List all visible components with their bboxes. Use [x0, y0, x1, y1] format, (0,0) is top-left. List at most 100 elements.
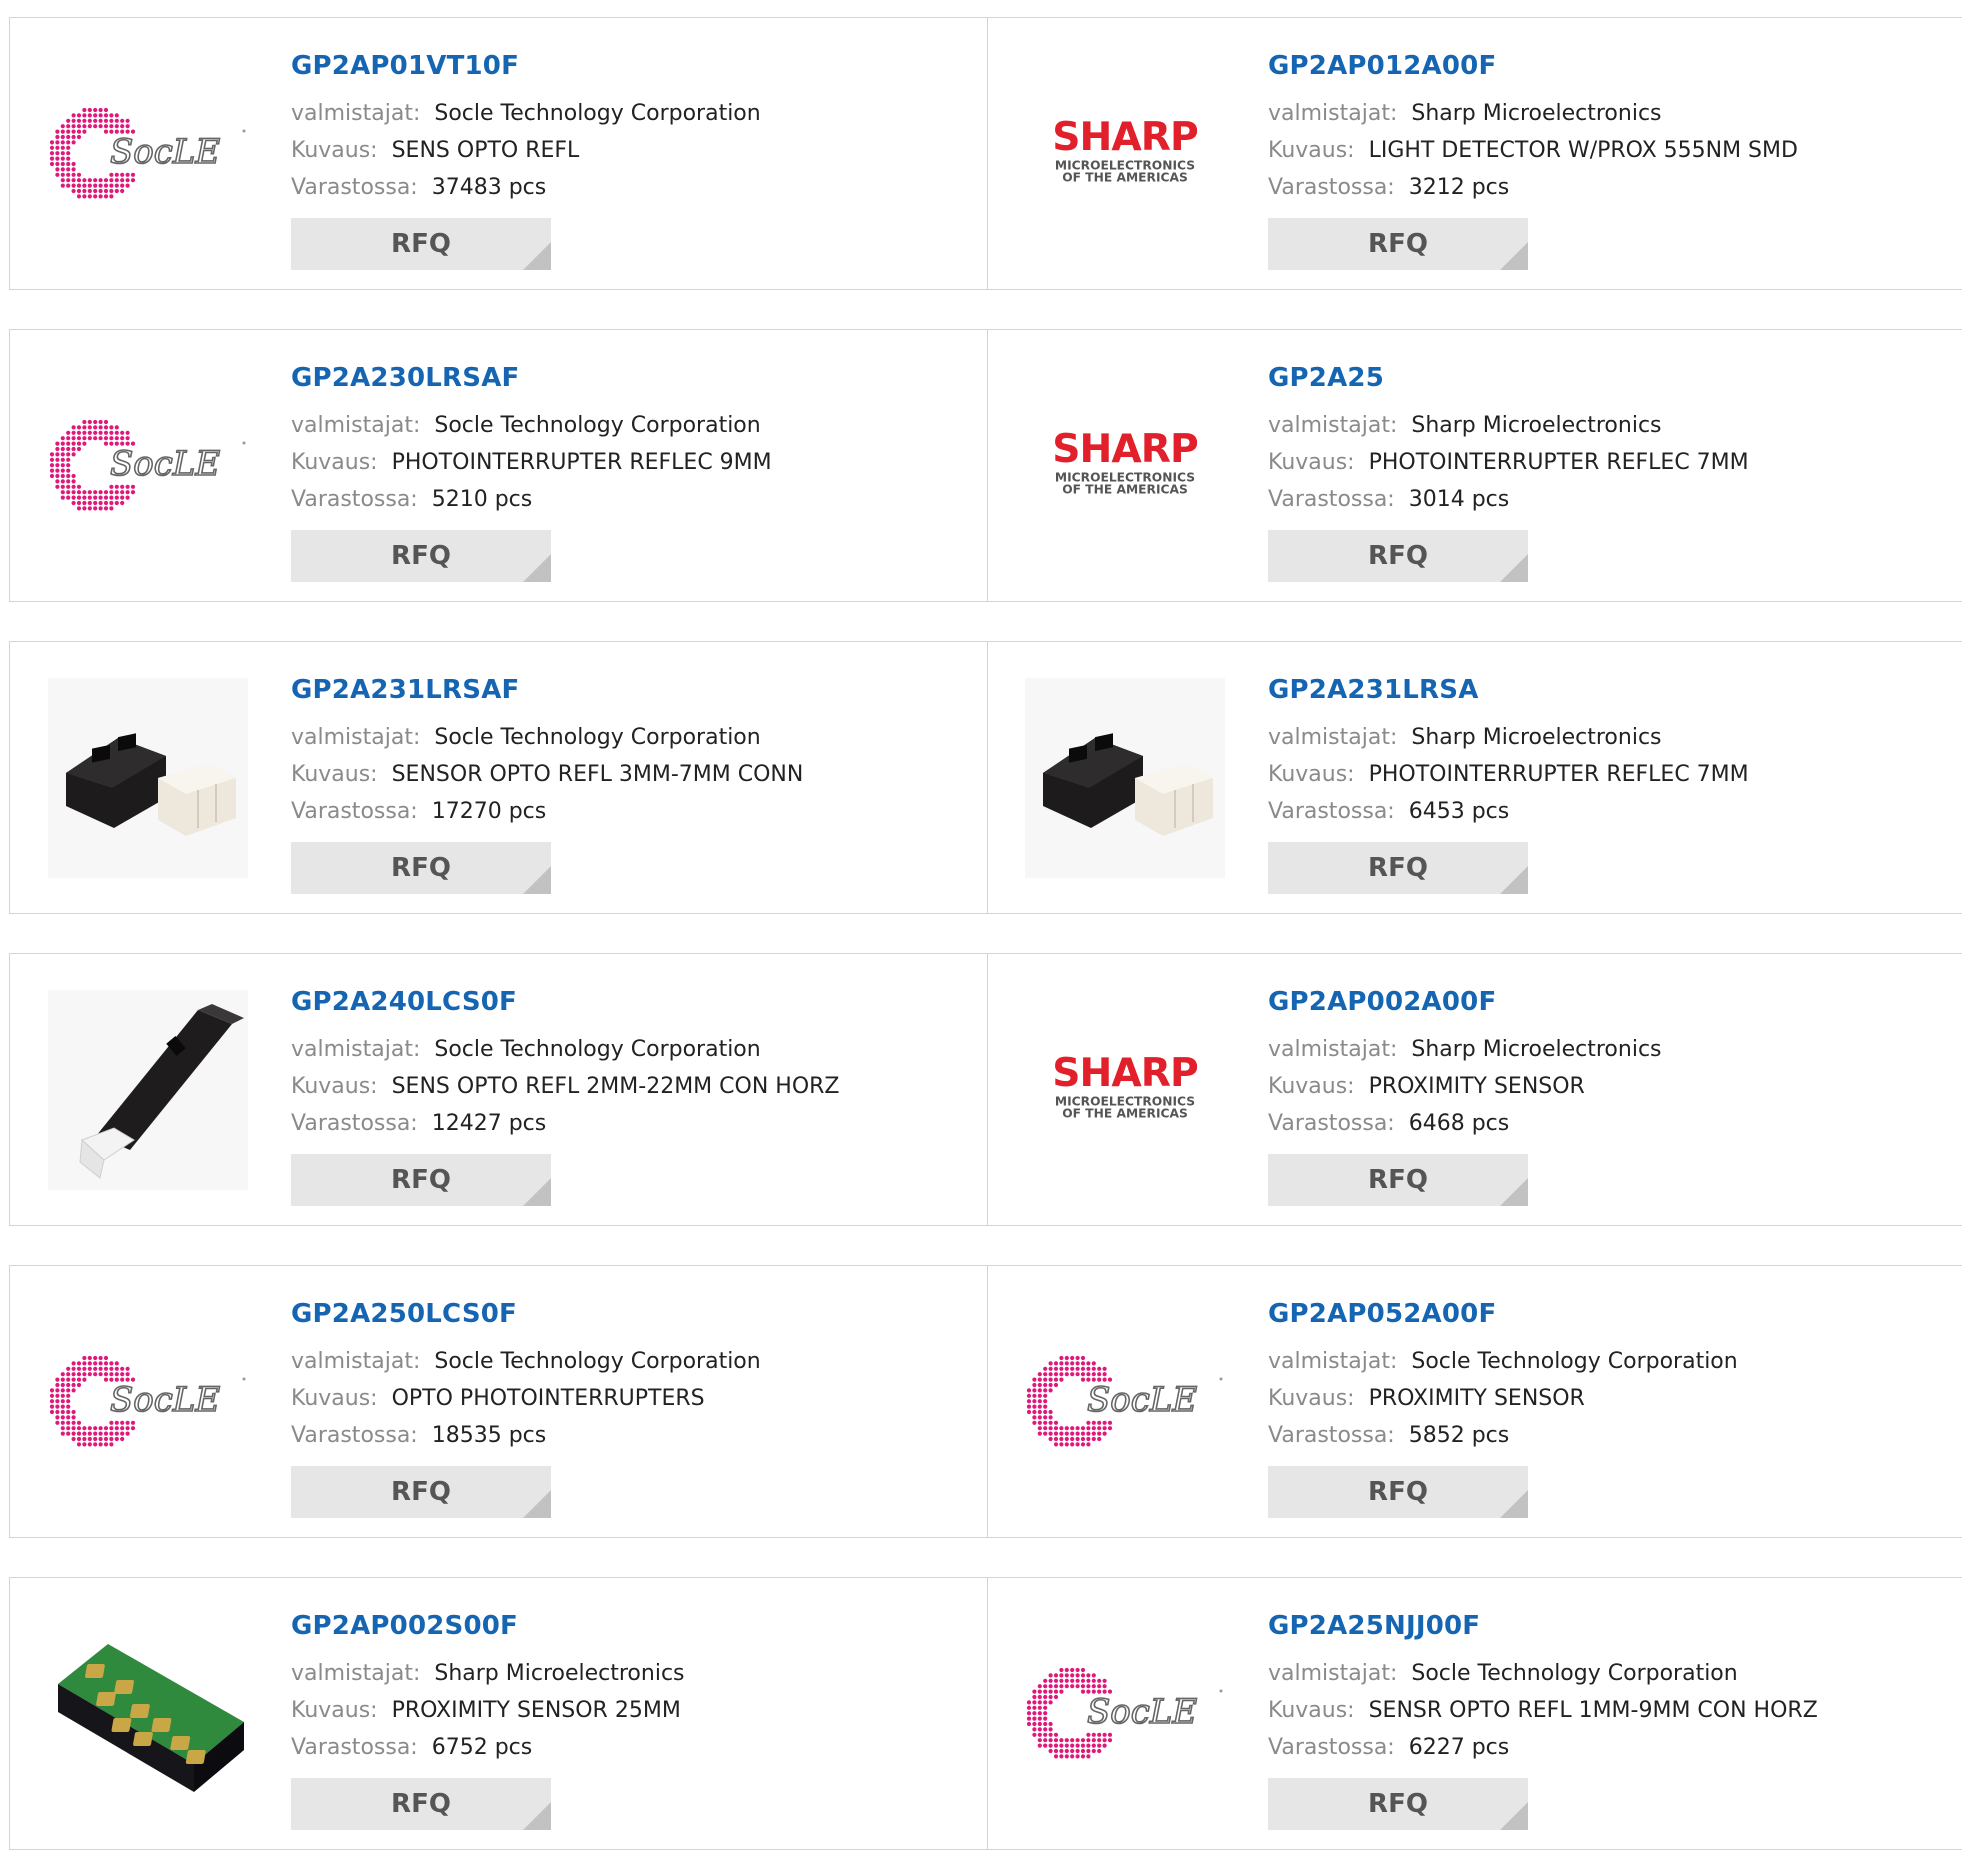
socle-logo[interactable]: SocLE — [48, 1302, 248, 1502]
description-label: Kuvaus: — [1268, 138, 1355, 163]
manufacturer-value: Socle Technology Corporation — [434, 1349, 761, 1374]
stock-value: 17270 pcs — [431, 799, 547, 824]
part-number-link[interactable]: GP2A231LRSAF — [291, 673, 803, 707]
manufacturer-value: Sharp Microelectronics — [434, 1661, 685, 1686]
socle-logo[interactable]: SocLE — [1025, 1614, 1225, 1814]
stock-label: Varastossa: — [1268, 175, 1395, 200]
rfq-label: RFQ — [1368, 853, 1428, 883]
manufacturer-label: valmistajat: — [1268, 1349, 1398, 1374]
part-number-link[interactable]: GP2AP052A00F — [1268, 1297, 1738, 1331]
manufacturer-value: Sharp Microelectronics — [1411, 725, 1662, 750]
stock-row: Varastossa: 5210 pcs — [291, 481, 772, 518]
rfq-button[interactable]: RFQ — [291, 1154, 551, 1206]
stock-row: Varastossa: 37483 pcs — [291, 169, 761, 206]
product-info: GP2A231LRSA valmistajat: Sharp Microelectr… — [1268, 673, 1749, 894]
rfq-button[interactable]: RFQ — [1268, 218, 1528, 270]
rfq-button[interactable]: RFQ — [1268, 1466, 1528, 1518]
product-row: SocLE GP2A230LRSAF valmistajat: Socle Techn… — [9, 329, 1962, 602]
stock-row: Varastossa: 5852 pcs — [1268, 1417, 1738, 1454]
stock-label: Varastossa: — [1268, 1735, 1395, 1760]
stock-label: Varastossa: — [291, 175, 418, 200]
part-number-link[interactable]: GP2AP002A00F — [1268, 985, 1662, 1019]
part-number-link[interactable]: GP2AP012A00F — [1268, 49, 1798, 83]
sharp-logo[interactable]: SHARP MICROELECTRONICS OF THE AMERICAS — [1025, 54, 1225, 254]
part-number-link[interactable]: GP2A25NJJ00F — [1268, 1609, 1818, 1643]
sharp-logo[interactable]: SHARP MICROELECTRONICS OF THE AMERICAS — [1025, 366, 1225, 566]
description-value: PROXIMITY SENSOR — [1368, 1074, 1585, 1099]
product-info: GP2AP052A00F valmistajat: Socle Technology… — [1268, 1297, 1738, 1518]
description-value: SENS OPTO REFL 2MM-22MM CON HORZ — [391, 1074, 840, 1099]
socle-logo[interactable]: SocLE — [48, 54, 248, 254]
socle-logo[interactable]: SocLE — [48, 366, 248, 566]
rfq-label: RFQ — [391, 1165, 451, 1195]
corner-triangle-icon — [523, 554, 551, 582]
product-card: SHARP MICROELECTRONICS OF THE AMERICAS GP2A… — [988, 954, 1962, 1225]
stock-value: 6453 pcs — [1408, 799, 1510, 824]
rfq-button[interactable]: RFQ — [291, 842, 551, 894]
svg-text:SocLE: SocLE — [1087, 1380, 1197, 1420]
corner-triangle-icon — [1500, 1490, 1528, 1518]
svg-text:SHARP: SHARP — [1052, 427, 1198, 472]
corner-triangle-icon — [1500, 866, 1528, 894]
stock-value: 6752 pcs — [431, 1735, 533, 1760]
sensor-photo[interactable] — [48, 678, 248, 878]
stock-label: Varastossa: — [291, 487, 418, 512]
description-label: Kuvaus: — [291, 450, 378, 475]
rfq-button[interactable]: RFQ — [1268, 1778, 1528, 1830]
part-number-link[interactable]: GP2A240LCS0F — [291, 985, 840, 1019]
stock-row: Varastossa: 6453 pcs — [1268, 793, 1749, 830]
long-sensor-photo[interactable] — [48, 990, 248, 1190]
sharp-logo[interactable]: SHARP MICROELECTRONICS OF THE AMERICAS — [1025, 990, 1225, 1190]
product-card: GP2A231LRSA valmistajat: Sharp Microelectr… — [988, 642, 1962, 913]
part-number-link[interactable]: GP2A25 — [1268, 361, 1749, 395]
rfq-button[interactable]: RFQ — [1268, 530, 1528, 582]
rfq-label: RFQ — [1368, 229, 1428, 259]
svg-text:SocLE: SocLE — [110, 444, 220, 484]
manufacturer-row: valmistajat: Sharp Microelectronics — [291, 1655, 685, 1692]
description-row: Kuvaus: PROXIMITY SENSOR — [1268, 1380, 1738, 1417]
part-number-link[interactable]: GP2A231LRSA — [1268, 673, 1749, 707]
description-value: SENS OPTO REFL — [391, 138, 580, 163]
rfq-button[interactable]: RFQ — [291, 218, 551, 270]
manufacturer-value: Socle Technology Corporation — [434, 725, 761, 750]
corner-triangle-icon — [523, 1490, 551, 1518]
part-number-link[interactable]: GP2AP01VT10F — [291, 49, 761, 83]
product-info: GP2A230LRSAF valmistajat: Socle Technology… — [291, 361, 772, 582]
smd-chip-photo[interactable] — [48, 1614, 248, 1814]
manufacturer-label: valmistajat: — [1268, 1661, 1398, 1686]
corner-triangle-icon — [523, 866, 551, 894]
part-number-link[interactable]: GP2A250LCS0F — [291, 1297, 761, 1331]
product-card: SHARP MICROELECTRONICS OF THE AMERICAS GP2A… — [988, 18, 1962, 289]
product-info: GP2AP002S00F valmistajat: Sharp Microelect… — [291, 1609, 685, 1830]
description-value: PHOTOINTERRUPTER REFLEC 7MM — [1368, 762, 1749, 787]
product-card: GP2A231LRSAF valmistajat: Socle Technology… — [10, 642, 988, 913]
description-row: Kuvaus: SENS OPTO REFL 2MM-22MM CON HORZ — [291, 1068, 840, 1105]
product-info: GP2AP002A00F valmistajat: Sharp Microelect… — [1268, 985, 1662, 1206]
rfq-button[interactable]: RFQ — [291, 530, 551, 582]
stock-row: Varastossa: 3014 pcs — [1268, 481, 1749, 518]
manufacturer-label: valmistajat: — [1268, 725, 1398, 750]
part-number-link[interactable]: GP2A230LRSAF — [291, 361, 772, 395]
rfq-button[interactable]: RFQ — [291, 1778, 551, 1830]
description-row: Kuvaus: SENSOR OPTO REFL 3MM-7MM CONN — [291, 756, 803, 793]
manufacturer-value: Sharp Microelectronics — [1411, 101, 1662, 126]
description-label: Kuvaus: — [291, 1698, 378, 1723]
stock-value: 37483 pcs — [431, 175, 547, 200]
part-number-link[interactable]: GP2AP002S00F — [291, 1609, 685, 1643]
rfq-label: RFQ — [1368, 1165, 1428, 1195]
description-label: Kuvaus: — [1268, 1074, 1355, 1099]
product-info: GP2A231LRSAF valmistajat: Socle Technology… — [291, 673, 803, 894]
manufacturer-row: valmistajat: Sharp Microelectronics — [1268, 95, 1798, 132]
stock-value: 6227 pcs — [1408, 1735, 1510, 1760]
manufacturer-value: Socle Technology Corporation — [434, 413, 761, 438]
stock-value: 3014 pcs — [1408, 487, 1510, 512]
rfq-button[interactable]: RFQ — [1268, 842, 1528, 894]
description-label: Kuvaus: — [1268, 1698, 1355, 1723]
description-row: Kuvaus: PHOTOINTERRUPTER REFLEC 9MM — [291, 444, 772, 481]
rfq-button[interactable]: RFQ — [1268, 1154, 1528, 1206]
product-grid: SocLE GP2AP01VT10F valmistajat: Socle Techn… — [0, 0, 1962, 1850]
sensor-photo[interactable] — [1025, 678, 1225, 878]
socle-logo[interactable]: SocLE — [1025, 1302, 1225, 1502]
description-value: SENSR OPTO REFL 1MM-9MM CON HORZ — [1368, 1698, 1818, 1723]
rfq-button[interactable]: RFQ — [291, 1466, 551, 1518]
